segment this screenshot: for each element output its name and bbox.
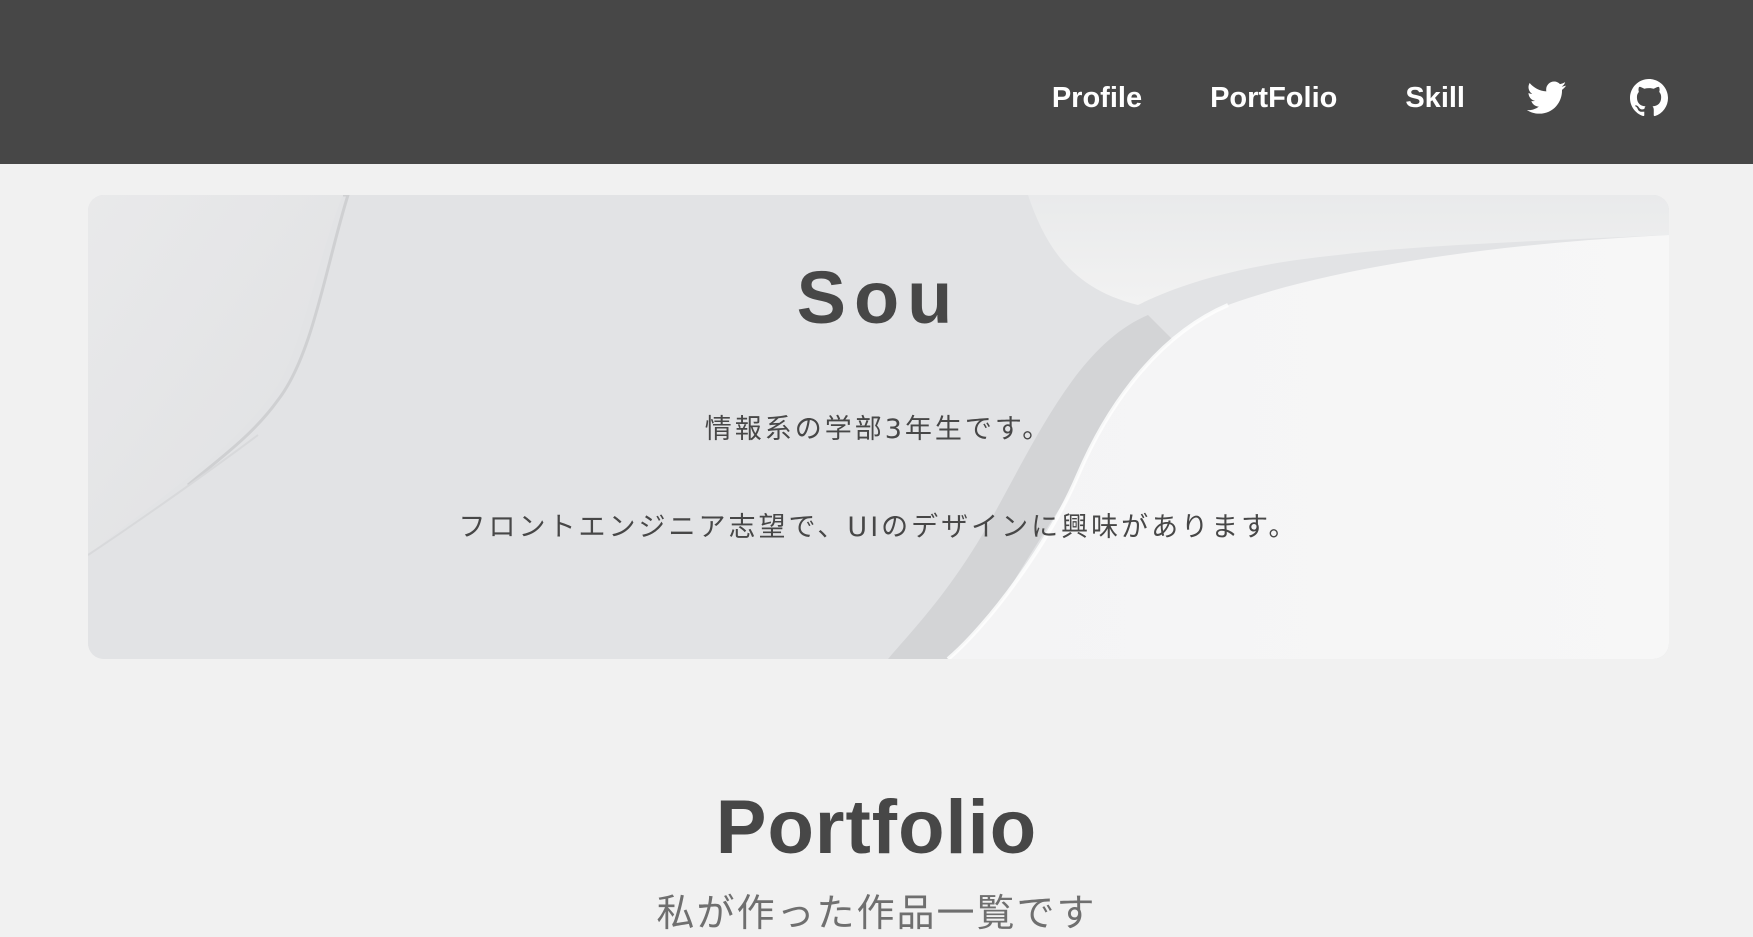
twitter-icon[interactable] — [1527, 78, 1567, 118]
github-icon[interactable] — [1629, 78, 1669, 118]
nav-profile-link[interactable]: Profile — [1052, 82, 1142, 115]
portfolio-section-subtitle: 私が作った作品一覧です — [656, 891, 1097, 935]
nav-portfolio-link[interactable]: PortFolio — [1210, 82, 1337, 115]
profile-hero-card: Sou 情報系の学部3年生です。 フロントエンジニア志望で、UIのデザインに興味… — [88, 195, 1669, 659]
profile-description-line-1: 情報系の学部3年生です。 — [704, 414, 1053, 445]
profile-name: Sou — [796, 256, 961, 339]
nav-skill-link[interactable]: Skill — [1405, 82, 1465, 115]
site-header: Profile PortFolio Skill — [0, 0, 1753, 164]
portfolio-section-title: Portfolio — [715, 785, 1038, 870]
main-nav: Profile PortFolio Skill — [1052, 0, 1669, 196]
profile-description-line-2: フロントエンジニア志望で、UIのデザインに興味があります。 — [458, 512, 1299, 543]
